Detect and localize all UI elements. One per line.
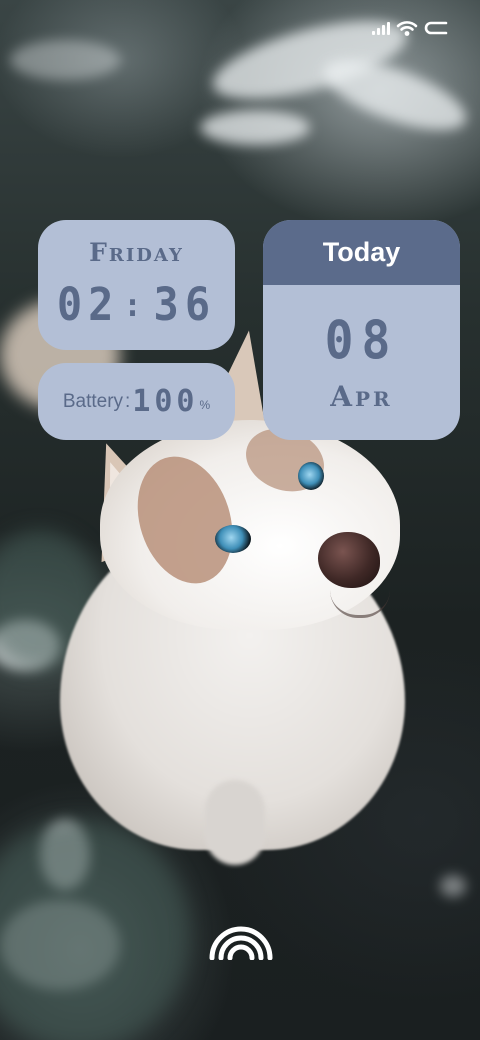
status-bar [372, 16, 450, 40]
wifi-icon [396, 19, 418, 37]
snow-branch [10, 40, 120, 80]
date-widget[interactable]: Today 08 Apr [263, 220, 460, 440]
date-day: 08 [324, 310, 399, 372]
battery-label: Battery [62, 390, 124, 412]
day-time-widget[interactable]: Friday 02:36 [38, 220, 235, 350]
day-name: Friday [89, 238, 184, 267]
battery-icon [424, 19, 450, 37]
battery-separator: : [125, 390, 131, 412]
battery-widget[interactable]: Battery : 100 % [38, 363, 235, 440]
date-month: Apr [330, 380, 393, 413]
snow-branch [200, 110, 310, 145]
date-header: Today [263, 220, 460, 285]
battery-value: 100 [132, 384, 199, 419]
nfc-icon[interactable] [208, 924, 274, 961]
clock-hours: 02 [56, 278, 120, 331]
dog-nose [318, 532, 380, 588]
clock-separator: : [123, 286, 150, 325]
dog-legs [205, 780, 265, 865]
dog-eye-right [298, 462, 324, 490]
battery-unit: % [199, 398, 211, 412]
signal-icon [372, 21, 390, 35]
clock-minutes: 36 [153, 278, 217, 331]
wallpaper-husky-photo [0, 0, 480, 1040]
clock-time: 02:36 [38, 278, 235, 331]
dog-eye-left [215, 525, 251, 553]
snow-flake [440, 875, 466, 897]
